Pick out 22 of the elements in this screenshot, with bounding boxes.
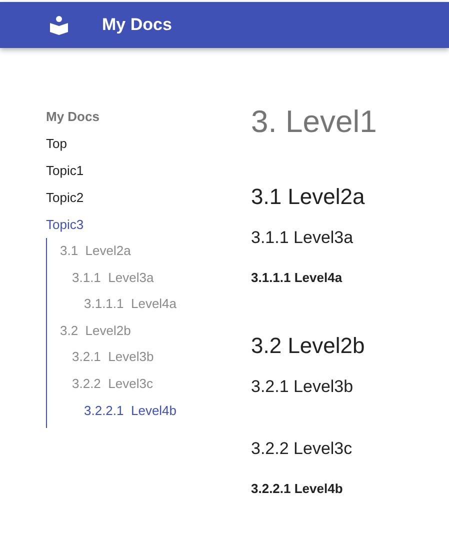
nav-link[interactable]: Topic2 (46, 184, 84, 211)
toc-link[interactable]: 3.2.1 Level3b (47, 344, 154, 371)
book-reader-icon (49, 15, 69, 35)
section-heading: 3.2.2 Level3c (251, 439, 352, 459)
toc-link[interactable]: 3.2.2 Level3c (47, 370, 153, 398)
toc-link[interactable]: 3.2 Level2b (47, 318, 131, 344)
section-heading: 3. Level1 (251, 104, 377, 140)
nav-link[interactable]: Topic1 (46, 157, 84, 184)
nav-heading: My Docs (46, 108, 100, 126)
app-title: My Docs (102, 15, 172, 35)
section-heading: 3.1.1.1 Level4a (251, 270, 342, 285)
section-heading: 3.1 Level2a (251, 184, 365, 210)
toc-link[interactable]: 3.1.1.1 Level4a (47, 291, 177, 318)
section-heading: 3.2.2.1 Level4b (251, 481, 343, 496)
section-heading: 3.1.1 Level3a (251, 228, 354, 248)
nav-link[interactable]: Topic3 (46, 211, 84, 238)
section-heading: 3.2.1 Level3b (251, 377, 354, 397)
toc-link[interactable]: 3.1.1 Level3a (47, 264, 154, 292)
section-heading: 3.2 Level2b (251, 333, 365, 359)
toc-link[interactable]: 3.1 Level2a (47, 238, 131, 265)
toc-link[interactable]: 3.2.2.1 Level4b (47, 398, 177, 424)
nav-link[interactable]: Top (46, 130, 67, 157)
